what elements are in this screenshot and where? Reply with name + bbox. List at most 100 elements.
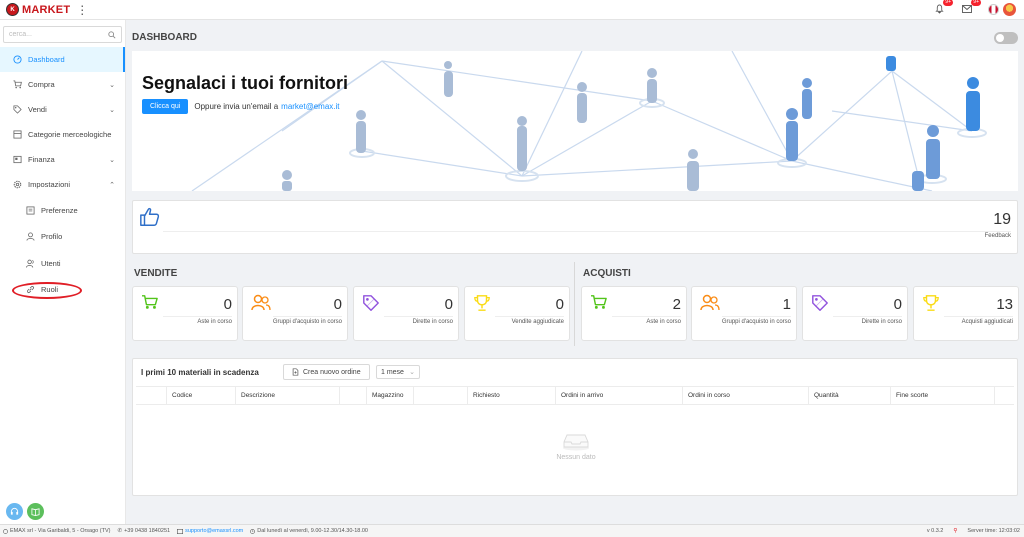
- top-bar: K MARKET ⋮ 9+ 9+: [0, 0, 1024, 20]
- notifications-button[interactable]: 9+: [932, 0, 953, 16]
- divider: [612, 316, 681, 317]
- manual-book-button[interactable]: [27, 503, 44, 520]
- tag-icon: [812, 295, 828, 311]
- sidebar-item-label: Ruoli: [41, 285, 59, 295]
- feedback-card[interactable]: 19 Feedback: [132, 200, 1018, 254]
- kpi-vendite-aggiudicate[interactable]: 0 Vendite aggiudicate: [464, 286, 570, 341]
- network-illustration: [191, 51, 987, 191]
- kpi-value: 13: [996, 296, 1013, 313]
- divider: [495, 316, 564, 317]
- user-icon: [25, 232, 35, 241]
- avatar[interactable]: [1003, 2, 1016, 16]
- empty-state: Nessun dato: [133, 429, 1019, 461]
- kpi-value: 1: [782, 296, 791, 313]
- sidebar-item-preferenze[interactable]: Preferenze: [0, 197, 125, 224]
- document-icon: [292, 368, 299, 376]
- column-header[interactable]: Richiesto: [467, 387, 555, 404]
- sidebar-item-categorie[interactable]: Categorie merceologiche: [0, 122, 125, 147]
- footer-company-text: EMAX srl - Via Garibaldi, 5 - Orsago (TV…: [10, 528, 111, 534]
- clicca-qui-button[interactable]: Clicca qui: [142, 99, 189, 114]
- create-order-label: Crea nuovo ordine: [303, 368, 361, 376]
- link-icon: [25, 285, 35, 294]
- link-icon: ⚲: [953, 528, 958, 534]
- search-icon: [108, 30, 116, 39]
- mail-icon: [962, 5, 972, 13]
- tag-icon: [363, 295, 379, 311]
- sidebar-item-compra[interactable]: Compra ⌄: [0, 72, 125, 97]
- column-header[interactable]: Codice: [166, 387, 235, 404]
- kpi-label: Vendite aggiudicate: [511, 319, 564, 325]
- cart-icon: [12, 80, 22, 89]
- bell-icon: [934, 4, 944, 14]
- sidebar-item-ruoli[interactable]: Ruoli: [0, 277, 125, 304]
- kpi-vendite-dirette[interactable]: 0 Dirette in corso: [353, 286, 459, 341]
- sidebar-item-label: Finanza: [28, 155, 55, 164]
- kpi-value: 0: [555, 296, 564, 313]
- search-input[interactable]: cerca...: [3, 26, 122, 43]
- sidebar-item-dashboard[interactable]: Dashboard: [0, 47, 125, 72]
- main-content: DASHBOARD Segnalaci i tuoi fornitori Cli…: [126, 20, 1024, 524]
- kpi-acquisti-dirette[interactable]: 0 Dirette in corso: [802, 286, 908, 341]
- empty-text: Nessun dato: [556, 454, 596, 461]
- support-headset-button[interactable]: [6, 503, 23, 520]
- group-icon: [700, 294, 720, 311]
- kpi-acquisti-aste[interactable]: 2 Aste in corso: [581, 286, 687, 341]
- logo-text: MARKET: [22, 3, 71, 16]
- period-select[interactable]: 1 mese ⌄: [376, 365, 420, 379]
- footer-hours-text: Dal lunedì al venerdì, 9.00-12.30/14.30-…: [257, 528, 368, 534]
- mail-button[interactable]: 9+: [960, 0, 981, 16]
- kpi-label: Gruppi d'acquisto in corso: [721, 319, 791, 325]
- banner-text: Oppure invia un'email a: [194, 102, 279, 111]
- sidebar-item-label: Vendi: [28, 105, 47, 114]
- footer-email-link[interactable]: supporto@emaxsrl.com: [185, 528, 243, 534]
- chevron-down-icon: ⌄: [409, 369, 415, 376]
- language-flag-icon[interactable]: [988, 3, 999, 15]
- table-header-spacer: [339, 387, 366, 404]
- top-right-actions: 9+ 9+: [932, 0, 1016, 16]
- copyright-icon: [3, 528, 8, 534]
- sidebar-item-utenti[interactable]: Utenti: [0, 250, 125, 277]
- theme-toggle[interactable]: [994, 32, 1018, 44]
- column-header[interactable]: Fine scorte: [890, 387, 994, 404]
- footer-hours: Dal lunedì al venerdì, 9.00-12.30/14.30-…: [250, 528, 368, 534]
- materials-title: I primi 10 materiali in scadenza: [141, 368, 259, 377]
- column-header[interactable]: Ordini in arrivo: [555, 387, 682, 404]
- kpi-acquisti-aggiudicati[interactable]: 13 Acquisti aggiudicati: [913, 286, 1019, 341]
- kpi-vendite-aste[interactable]: 0 Aste in corso: [132, 286, 238, 341]
- kpi-value: 0: [444, 296, 453, 313]
- column-header[interactable]: Magazzino: [366, 387, 413, 404]
- sidebar-item-label: Categorie merceologiche: [28, 130, 112, 139]
- cart-icon: [591, 295, 607, 309]
- banner-email-link[interactable]: market@emax.it: [281, 102, 339, 111]
- sidebar-item-label: Dashboard: [28, 55, 65, 64]
- sidebar-item-finanza[interactable]: Finanza ⌄: [0, 147, 125, 172]
- sidebar-item-label: Impostazioni: [28, 180, 71, 189]
- footer-server-time: Server time: 12:03:02: [967, 528, 1020, 534]
- app-logo[interactable]: K MARKET: [6, 3, 70, 16]
- sidebar: cerca... Dashboard Compra ⌄ Vendi ⌄ Cate…: [0, 20, 126, 524]
- column-header[interactable]: Descrizione: [235, 387, 339, 404]
- column-header[interactable]: Quantità: [808, 387, 890, 404]
- sidebar-item-impostazioni[interactable]: Impostazioni ⌃: [0, 172, 125, 197]
- more-menu-icon[interactable]: ⋮: [76, 4, 88, 16]
- clock-icon: [250, 528, 256, 534]
- create-order-button[interactable]: Crea nuovo ordine: [283, 364, 370, 380]
- preferences-icon: [25, 206, 35, 215]
- logo-mark: K: [6, 3, 19, 16]
- divider: [944, 316, 1013, 317]
- mail-badge: 9+: [971, 0, 981, 6]
- section-divider: [574, 262, 575, 346]
- sidebar-item-profilo[interactable]: Profilo: [0, 224, 125, 251]
- trophy-icon: [923, 295, 939, 311]
- divider: [163, 231, 1011, 232]
- kpi-value: 0: [223, 296, 232, 313]
- group-icon: [251, 294, 271, 311]
- footer-company: EMAX srl - Via Garibaldi, 5 - Orsago (TV…: [3, 528, 110, 534]
- sidebar-item-vendi[interactable]: Vendi ⌄: [0, 97, 125, 122]
- kpi-acquisti-gruppi[interactable]: 1 Gruppi d'acquisto in corso: [691, 286, 797, 341]
- column-header[interactable]: Ordini in corso: [682, 387, 808, 404]
- chevron-down-icon: ⌄: [109, 106, 115, 114]
- feedback-value: 19: [993, 211, 1011, 228]
- kpi-vendite-gruppi[interactable]: 0 Gruppi d'acquisto in corso: [242, 286, 348, 341]
- materials-card: I primi 10 materiali in scadenza Crea nu…: [132, 358, 1018, 496]
